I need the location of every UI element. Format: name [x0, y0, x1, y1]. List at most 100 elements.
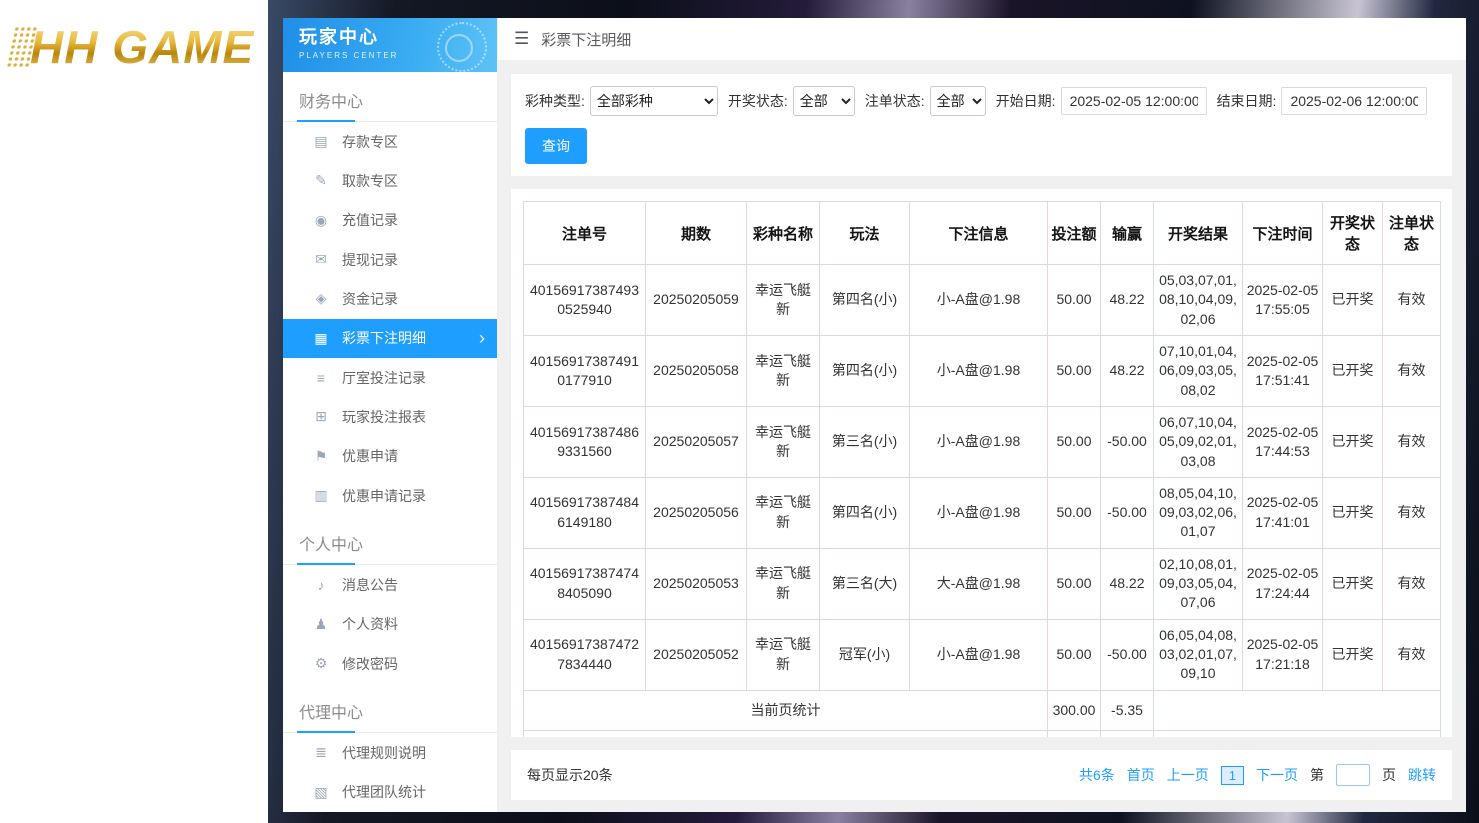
cell-period: 20250205053 [646, 548, 747, 619]
table-row: 401569173874846149180 20250205056 幸运飞艇新 … [524, 477, 1441, 548]
sidebar-item-label: 提现记录 [342, 250, 398, 270]
cell-winloss: -50.00 [1101, 619, 1154, 690]
draw-status-label: 开奖状态: [728, 91, 788, 111]
draw-status-select[interactable]: 全部 [793, 86, 855, 116]
sidebar-item-announcements[interactable]: ♪ 消息公告 [283, 565, 497, 604]
jump-suffix-label: 页 [1382, 765, 1396, 785]
col-header-bet-amount: 投注额 [1048, 202, 1101, 265]
per-page-label: 每页显示20条 [527, 765, 613, 785]
content: ☰ 彩票下注明细 彩种类型: 全部彩种 [497, 18, 1466, 812]
menu-icon[interactable]: ☰ [514, 29, 529, 49]
lottery-type-select[interactable]: 全部彩种 [590, 86, 718, 116]
cell-play: 第四名(小) [820, 265, 910, 336]
cell-play: 第四名(小) [820, 477, 910, 548]
cell-bet-info: 小-A盘@1.98 [910, 477, 1048, 548]
cell-lottery-name: 幸运飞艇新 [747, 548, 820, 619]
table-row: 401569173874910177910 20250205058 幸运飞艇新 … [524, 335, 1441, 406]
promo-records-icon: ▥ [313, 487, 329, 504]
total-count: 共6条 [1079, 765, 1115, 785]
summary-row-total: 总统计 300.00 -5.35 [524, 730, 1441, 737]
col-header-bet-id: 注单号 [524, 202, 646, 265]
cell-bet-time: 2025-02-05 17:55:05 [1243, 265, 1323, 336]
summary-winloss: -5.35 [1101, 690, 1154, 730]
table-row: 401569173874727834440 20250205052 幸运飞艇新 … [524, 619, 1441, 690]
sidebar-item-label: 修改密码 [342, 654, 398, 674]
sidebar-item-lottery-bet-details[interactable]: ▦ 彩票下注明细 › [283, 319, 497, 358]
cell-period: 20250205056 [646, 477, 747, 548]
app-window: 玩家中心 PLAYERS CENTER 财务中心 ▤ 存款专区 ✎ 取款专区 ◉… [283, 18, 1466, 812]
jump-prefix-label: 第 [1310, 765, 1324, 785]
chevron-right-icon: › [479, 329, 485, 347]
cell-bet-id: 401569173874869331560 [524, 406, 646, 477]
summary-label: 总统计 [524, 730, 1048, 737]
next-page-link[interactable]: 下一页 [1256, 765, 1298, 785]
table-header-row: 注单号 期数 彩种名称 玩法 下注信息 投注额 输赢 开奖结果 下注时间 开 [524, 202, 1441, 265]
col-header-bet-time: 下注时间 [1243, 202, 1323, 265]
sidebar-item-label: 玩家投注报表 [342, 407, 426, 427]
backdrop: 玩家中心 PLAYERS CENTER 财务中心 ▤ 存款专区 ✎ 取款专区 ◉… [268, 0, 1479, 823]
jump-page-input[interactable] [1336, 764, 1370, 786]
cell-bet-amount: 50.00 [1048, 265, 1101, 336]
sidebar-item-hall-bet-records[interactable]: ≡ 厅室投注记录 [283, 358, 497, 397]
cell-bet-info: 小-A盘@1.98 [910, 406, 1048, 477]
col-header-bet-info: 下注信息 [910, 202, 1048, 265]
order-status-select[interactable]: 全部 [930, 86, 986, 116]
cell-lottery-name: 幸运飞艇新 [747, 265, 820, 336]
current-page[interactable]: 1 [1221, 766, 1244, 785]
cell-bet-info: 小-A盘@1.98 [910, 335, 1048, 406]
cell-winloss: 48.22 [1101, 265, 1154, 336]
sidebar-item-player-bet-report[interactable]: ⊞ 玩家投注报表 [283, 397, 497, 436]
sidebar-item-recharge-record[interactable]: ◉ 充值记录 [283, 201, 497, 240]
sidebar-item-deposit[interactable]: ▤ 存款专区 [283, 122, 497, 161]
cell-draw-result: 06,05,04,08,03,02,01,07,09,10 [1154, 619, 1243, 690]
col-header-lottery-name: 彩种名称 [747, 202, 820, 265]
sidebar-item-agent-team-stats[interactable]: ▧ 代理团队统计 [283, 773, 497, 812]
topbar: ☰ 彩票下注明细 [497, 18, 1466, 60]
cell-draw-result: 06,07,10,04,05,09,02,01,03,08 [1154, 406, 1243, 477]
pagination-bar: 每页显示20条 共6条 首页 上一页 1 下一页 第 页 跳转 [511, 750, 1452, 800]
sidebar-item-agent-rules[interactable]: ≣ 代理规则说明 [283, 733, 497, 772]
sidebar-header: 玩家中心 PLAYERS CENTER [283, 18, 497, 72]
sidebar-item-label: 消息公告 [342, 575, 398, 595]
order-status-label: 注单状态: [865, 91, 925, 111]
first-page-link[interactable]: 首页 [1127, 765, 1155, 785]
recharge-record-icon: ◉ [313, 212, 329, 229]
hall-bet-records-icon: ≡ [313, 370, 329, 386]
sidebar-item-funds-record[interactable]: ◈ 资金记录 [283, 279, 497, 318]
table-row: 401569173874930525940 20250205059 幸运飞艇新 … [524, 265, 1441, 336]
sidebar-item-label: 代理团队统计 [342, 782, 426, 802]
summary-bet-amount: 300.00 [1048, 690, 1101, 730]
col-header-play: 玩法 [820, 202, 910, 265]
sidebar-item-withdraw[interactable]: ✎ 取款专区 [283, 161, 497, 200]
sidebar-item-profile[interactable]: ♟ 个人资料 [283, 605, 497, 644]
table-row: 401569173874748405090 20250205053 幸运飞艇新 … [524, 548, 1441, 619]
cell-bet-time: 2025-02-05 17:51:41 [1243, 335, 1323, 406]
agent-team-stats-icon: ▧ [313, 784, 329, 801]
cell-bet-amount: 50.00 [1048, 335, 1101, 406]
sidebar-item-promo-apply[interactable]: ⚑ 优惠申请 [283, 437, 497, 476]
cell-period: 20250205058 [646, 335, 747, 406]
brand-logo: HH GAME [0, 0, 268, 74]
bet-table: 注单号 期数 彩种名称 玩法 下注信息 投注额 输赢 开奖结果 下注时间 开 [523, 201, 1441, 737]
sidebar-item-withdrawal-record[interactable]: ✉ 提现记录 [283, 240, 497, 279]
cell-period: 20250205052 [646, 619, 747, 690]
withdraw-icon: ✎ [313, 172, 329, 189]
sidebar-item-change-password[interactable]: ⚙ 修改密码 [283, 644, 497, 683]
sidebar-item-promo-records[interactable]: ▥ 优惠申请记录 [283, 476, 497, 515]
cell-draw-status: 已开奖 [1323, 335, 1383, 406]
cell-winloss: 48.22 [1101, 335, 1154, 406]
left-pane: HH GAME [0, 0, 268, 823]
jump-button[interactable]: 跳转 [1408, 765, 1436, 785]
start-date-input[interactable] [1061, 87, 1207, 115]
lottery-type-label: 彩种类型: [525, 91, 585, 111]
cell-order-status: 有效 [1383, 265, 1441, 336]
cell-play: 第四名(小) [820, 335, 910, 406]
prev-page-link[interactable]: 上一页 [1167, 765, 1209, 785]
cell-bet-id: 401569173874727834440 [524, 619, 646, 690]
cell-bet-info: 小-A盘@1.98 [910, 265, 1048, 336]
search-button[interactable]: 查询 [525, 128, 587, 164]
cell-bet-id: 401569173874846149180 [524, 477, 646, 548]
change-password-icon: ⚙ [313, 655, 329, 672]
end-date-input[interactable] [1281, 87, 1427, 115]
cell-bet-amount: 50.00 [1048, 477, 1101, 548]
